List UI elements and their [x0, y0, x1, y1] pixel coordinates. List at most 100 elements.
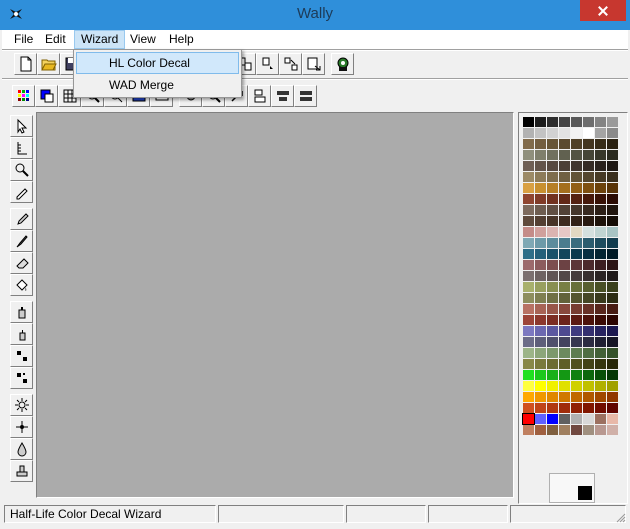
palette-swatch[interactable]	[523, 117, 534, 127]
palette-swatch[interactable]	[547, 359, 558, 369]
palette-swatch[interactable]	[547, 117, 558, 127]
palette-button[interactable]	[12, 84, 35, 107]
palette-swatch[interactable]	[535, 238, 546, 248]
palette-swatch[interactable]	[547, 183, 558, 193]
palette-swatch[interactable]	[547, 249, 558, 259]
palette-swatch[interactable]	[523, 227, 534, 237]
palette-swatch[interactable]	[583, 337, 594, 347]
sparkle-tool-button[interactable]	[10, 416, 33, 438]
palette-swatch[interactable]	[607, 128, 618, 138]
palette-swatch[interactable]	[535, 139, 546, 149]
palette-swatch[interactable]	[535, 381, 546, 391]
palette-swatch[interactable]	[535, 414, 546, 424]
pattern-tool-button[interactable]	[10, 367, 33, 389]
palette-swatch[interactable]	[535, 304, 546, 314]
palette-swatch[interactable]	[559, 216, 570, 226]
palette-swatch[interactable]	[547, 381, 558, 391]
palette-swatch[interactable]	[523, 315, 534, 325]
palette-swatch[interactable]	[595, 403, 606, 413]
palette-swatch[interactable]	[583, 414, 594, 424]
palette-swatch[interactable]	[571, 326, 582, 336]
palette-swatch[interactable]	[583, 216, 594, 226]
align-center-button[interactable]	[271, 84, 294, 107]
palette-swatch[interactable]	[583, 359, 594, 369]
palette-swatch[interactable]	[535, 392, 546, 402]
palette-swatch[interactable]	[559, 183, 570, 193]
palette-swatch[interactable]	[571, 315, 582, 325]
palette-swatch[interactable]	[607, 315, 618, 325]
menu-view[interactable]: View	[124, 30, 162, 49]
palette-swatch[interactable]	[535, 183, 546, 193]
menu-edit[interactable]: Edit	[39, 30, 72, 49]
palette-swatch[interactable]	[523, 304, 534, 314]
palette-swatch[interactable]	[595, 117, 606, 127]
palette-swatch[interactable]	[583, 238, 594, 248]
palette-swatch[interactable]	[571, 172, 582, 182]
palette-swatch[interactable]	[559, 414, 570, 424]
palette-swatch[interactable]	[583, 304, 594, 314]
palette-swatch[interactable]	[583, 260, 594, 270]
palette-swatch[interactable]	[559, 227, 570, 237]
palette-swatch[interactable]	[547, 370, 558, 380]
palette-swatch[interactable]	[559, 403, 570, 413]
palette-swatch[interactable]	[607, 238, 618, 248]
palette-swatch[interactable]	[571, 183, 582, 193]
palette-swatch[interactable]	[547, 216, 558, 226]
drop-tool-button[interactable]	[10, 438, 33, 460]
palette-swatch[interactable]	[571, 293, 582, 303]
palette-swatch[interactable]	[559, 315, 570, 325]
palette-swatch[interactable]	[607, 139, 618, 149]
palette-swatch[interactable]	[607, 117, 618, 127]
palette-swatch[interactable]	[559, 370, 570, 380]
palette-swatch[interactable]	[559, 381, 570, 391]
palette-swatch[interactable]	[547, 205, 558, 215]
palette-swatch[interactable]	[535, 282, 546, 292]
palette-swatch[interactable]	[571, 260, 582, 270]
palette-swatch[interactable]	[547, 139, 558, 149]
palette-swatch[interactable]	[523, 348, 534, 358]
palette-swatch[interactable]	[547, 282, 558, 292]
eraser-tool-button[interactable]	[10, 252, 33, 274]
palette-swatch[interactable]	[583, 271, 594, 281]
palette-swatch[interactable]	[583, 117, 594, 127]
palette-swatch[interactable]	[523, 337, 534, 347]
palette-swatch[interactable]	[607, 337, 618, 347]
palette-swatch[interactable]	[607, 227, 618, 237]
palette-swatch[interactable]	[607, 403, 618, 413]
palette-swatch[interactable]	[571, 282, 582, 292]
menu-item-hl-color-decal[interactable]: HL Color Decal	[76, 52, 239, 74]
palette-swatch[interactable]	[595, 249, 606, 259]
palette-swatch[interactable]	[523, 172, 534, 182]
palette-swatch[interactable]	[571, 194, 582, 204]
palette-swatch[interactable]	[535, 216, 546, 226]
palette-swatch[interactable]	[595, 216, 606, 226]
palette-swatch[interactable]	[523, 403, 534, 413]
palette-swatch[interactable]	[583, 392, 594, 402]
flip-image-button[interactable]	[256, 52, 279, 75]
close-button[interactable]	[580, 0, 626, 21]
palette-swatch[interactable]	[547, 315, 558, 325]
palette-swatch[interactable]	[547, 128, 558, 138]
export-button[interactable]	[302, 52, 325, 75]
palette-swatch[interactable]	[523, 238, 534, 248]
palette-swatch[interactable]	[583, 425, 594, 435]
palette-swatch[interactable]	[535, 205, 546, 215]
palette-swatch[interactable]	[559, 326, 570, 336]
palette-swatch[interactable]	[583, 293, 594, 303]
palette-swatch[interactable]	[607, 370, 618, 380]
palette-swatch[interactable]	[583, 315, 594, 325]
palette-swatch[interactable]	[595, 139, 606, 149]
open-button[interactable]	[37, 52, 60, 75]
palette-swatch[interactable]	[547, 304, 558, 314]
palette-swatch[interactable]	[607, 326, 618, 336]
fill-tool-button[interactable]	[10, 274, 33, 296]
palette-swatch[interactable]	[535, 425, 546, 435]
palette-swatch[interactable]	[523, 205, 534, 215]
menu-help[interactable]: Help	[163, 30, 200, 49]
palette-swatch[interactable]	[583, 381, 594, 391]
palette-swatch[interactable]	[583, 403, 594, 413]
palette-swatch[interactable]	[571, 403, 582, 413]
brush-tool-button[interactable]	[10, 230, 33, 252]
palette-swatch[interactable]	[583, 139, 594, 149]
palette-swatch[interactable]	[547, 425, 558, 435]
